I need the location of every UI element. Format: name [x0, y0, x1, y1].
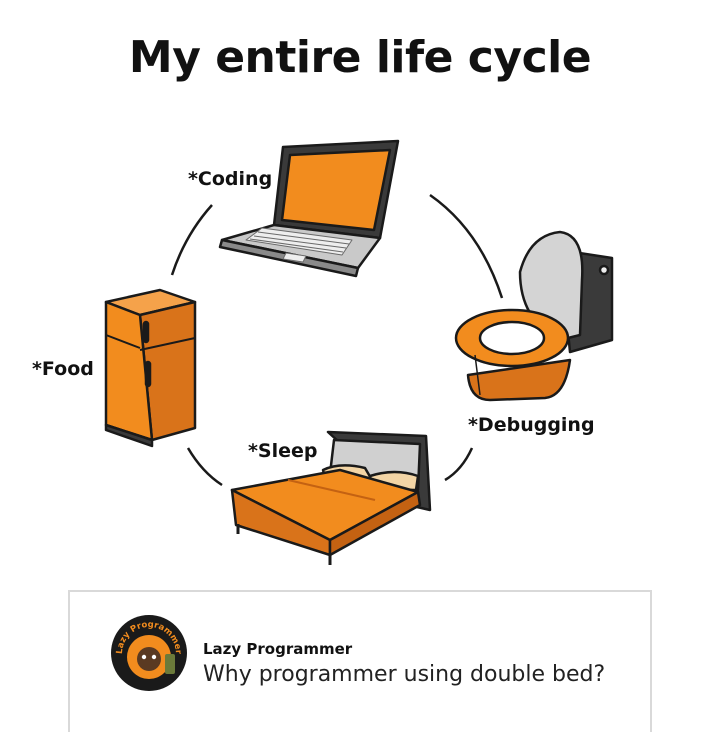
- laptop-icon: [218, 139, 400, 278]
- toilet-icon: [454, 230, 614, 402]
- avatar[interactable]: Lazy Programmer: [110, 614, 188, 692]
- comment-message: Why programmer using double bed?: [203, 662, 606, 687]
- label-debugging: *Debugging: [468, 414, 595, 436]
- cycle-arc-top-left: [170, 204, 213, 276]
- fridge-icon: [104, 288, 197, 448]
- label-coding: *Coding: [188, 168, 273, 190]
- cycle-arc-bottom-right: [444, 447, 474, 482]
- comment-card: Lazy Programmer Lazy Programmer Why prog…: [68, 590, 652, 732]
- label-sleep: *Sleep: [248, 440, 318, 462]
- label-food: *Food: [32, 358, 94, 380]
- comment-author[interactable]: Lazy Programmer: [203, 640, 352, 658]
- cycle-arc-bottom-left: [186, 447, 223, 487]
- cycle-arc-top-right: [429, 193, 504, 299]
